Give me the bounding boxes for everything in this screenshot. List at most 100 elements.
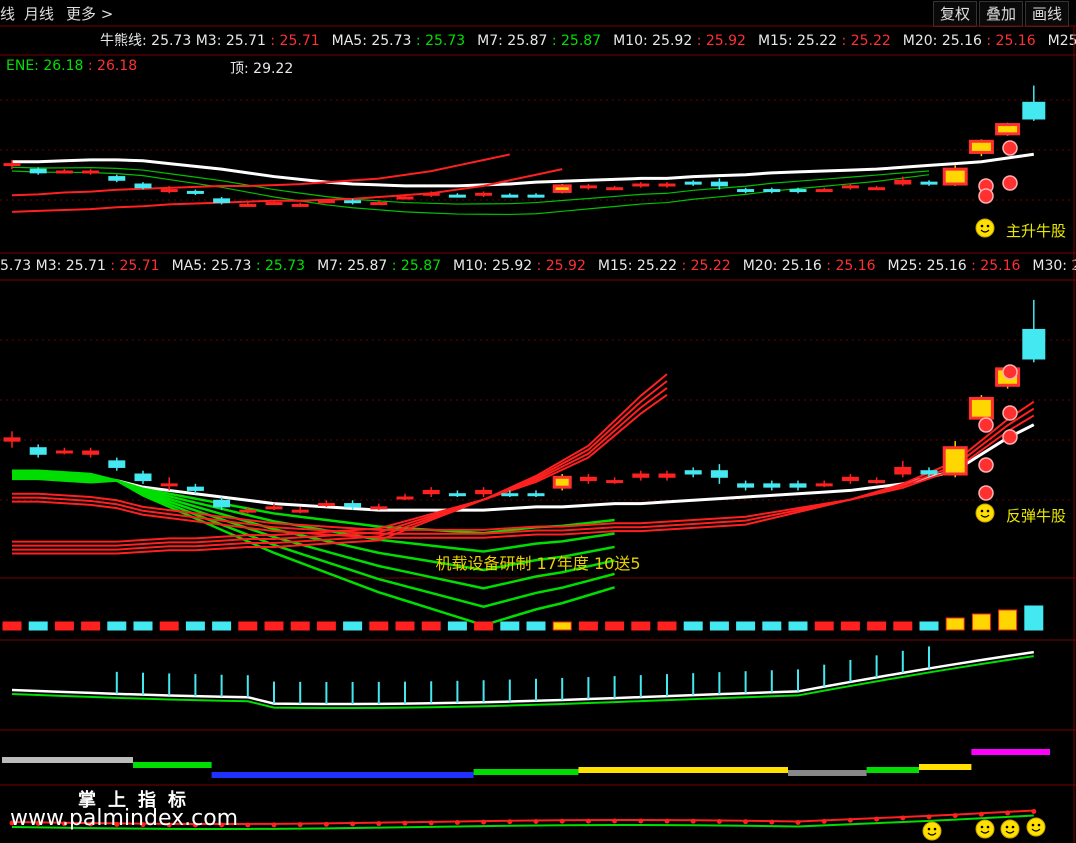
bottom-dot [585, 818, 591, 824]
bottom-dot [612, 818, 618, 824]
volume-bar [185, 621, 205, 631]
smiley-icon-eye [986, 509, 990, 513]
candle-body [968, 396, 994, 420]
candle-body [658, 473, 676, 478]
bottom-dot [323, 821, 329, 827]
bottom-dot [402, 820, 408, 826]
candle-body [422, 192, 440, 196]
candle-body [186, 486, 204, 491]
indicator-step-segment [211, 772, 474, 778]
candle-body [448, 194, 466, 198]
candle-body [894, 179, 912, 185]
volume-bar [343, 621, 363, 631]
candle-body [213, 198, 231, 204]
candle-body [632, 473, 650, 478]
indicator-step-segment [866, 767, 919, 773]
ma-red-fan [12, 394, 668, 543]
bottom-dot [847, 817, 853, 823]
volume-bar [762, 621, 782, 631]
bottom-dot [271, 822, 277, 828]
volume-bar [867, 621, 887, 631]
candle-body [134, 473, 152, 482]
volume-bar [290, 621, 310, 631]
candle-body [29, 168, 47, 174]
bottom-dot [690, 818, 696, 824]
candle-body [291, 509, 309, 513]
candle-body [789, 189, 807, 193]
candle-body [527, 194, 545, 198]
candle-body [160, 189, 178, 193]
volume-bar [28, 621, 48, 631]
candle-body [815, 483, 833, 487]
candle-body [160, 483, 178, 487]
volume-bar [369, 621, 389, 631]
signal-ball [978, 457, 994, 473]
volume-bar [814, 621, 834, 631]
candle-body [82, 450, 100, 455]
smiley-icon [975, 218, 995, 238]
signal-ball [1002, 140, 1018, 156]
bottom-dot [821, 818, 827, 824]
bottom-dot [795, 819, 801, 825]
signal-ball [978, 188, 994, 204]
volume-bar [893, 621, 913, 631]
candle-body [344, 503, 362, 508]
candle-body [1022, 101, 1046, 120]
candle-body [475, 192, 493, 196]
ma-red-fan [12, 400, 1035, 539]
bottom-dot [978, 811, 984, 817]
bottom-dot [1005, 810, 1011, 816]
candle-body [186, 190, 204, 194]
candle-body [995, 123, 1021, 136]
candle-body [942, 167, 968, 186]
candle-body [579, 476, 597, 482]
bottom-dot [743, 819, 749, 825]
candle-body [815, 189, 833, 193]
candle-body [710, 470, 728, 478]
candle-body [370, 506, 388, 510]
bottom-dot [664, 818, 670, 824]
candle-body [710, 181, 728, 187]
bottom-dot [297, 822, 303, 828]
candle-body [527, 493, 545, 497]
stock-caption: 机载设备研制 17年度 10送5 [435, 554, 641, 573]
bottom-dot [1031, 808, 1037, 814]
volume-bar [421, 621, 441, 631]
candle-body [684, 181, 702, 185]
volume-bar [159, 621, 179, 631]
smiley-icon-eye [980, 825, 984, 829]
candle-body [82, 170, 100, 174]
candle-body [239, 509, 257, 513]
volume-bar [316, 621, 336, 631]
watermark-url: www.palmindex.com [10, 806, 239, 831]
volume-bar [238, 621, 258, 631]
bottom-dot [481, 819, 487, 825]
candle-body [422, 489, 440, 495]
candle-body [344, 200, 362, 204]
candle-body [841, 185, 859, 189]
candle-body [684, 470, 702, 475]
candle-body [239, 203, 257, 207]
volume-bar [605, 621, 625, 631]
candle-body [632, 183, 650, 187]
volume-bar [919, 621, 939, 631]
candle-body [3, 163, 21, 167]
candle-body [579, 185, 597, 189]
bottom-dot [507, 819, 513, 825]
candle-body [265, 202, 283, 206]
smiley-icon-eye [986, 825, 990, 829]
smiley-icon [1000, 819, 1020, 839]
volume-bar [133, 621, 153, 631]
volume-bar [578, 621, 598, 631]
candle-body [3, 437, 21, 442]
volume-bar [788, 621, 808, 631]
candle-body [737, 189, 755, 193]
volume-bar [736, 621, 756, 631]
candle-body [55, 170, 73, 174]
bottom-dot [638, 818, 644, 824]
volume-bar [657, 621, 677, 631]
signal-ball [1002, 364, 1018, 380]
volume-bar [683, 621, 703, 631]
volume-bar [107, 621, 127, 631]
candle-body [968, 139, 994, 154]
